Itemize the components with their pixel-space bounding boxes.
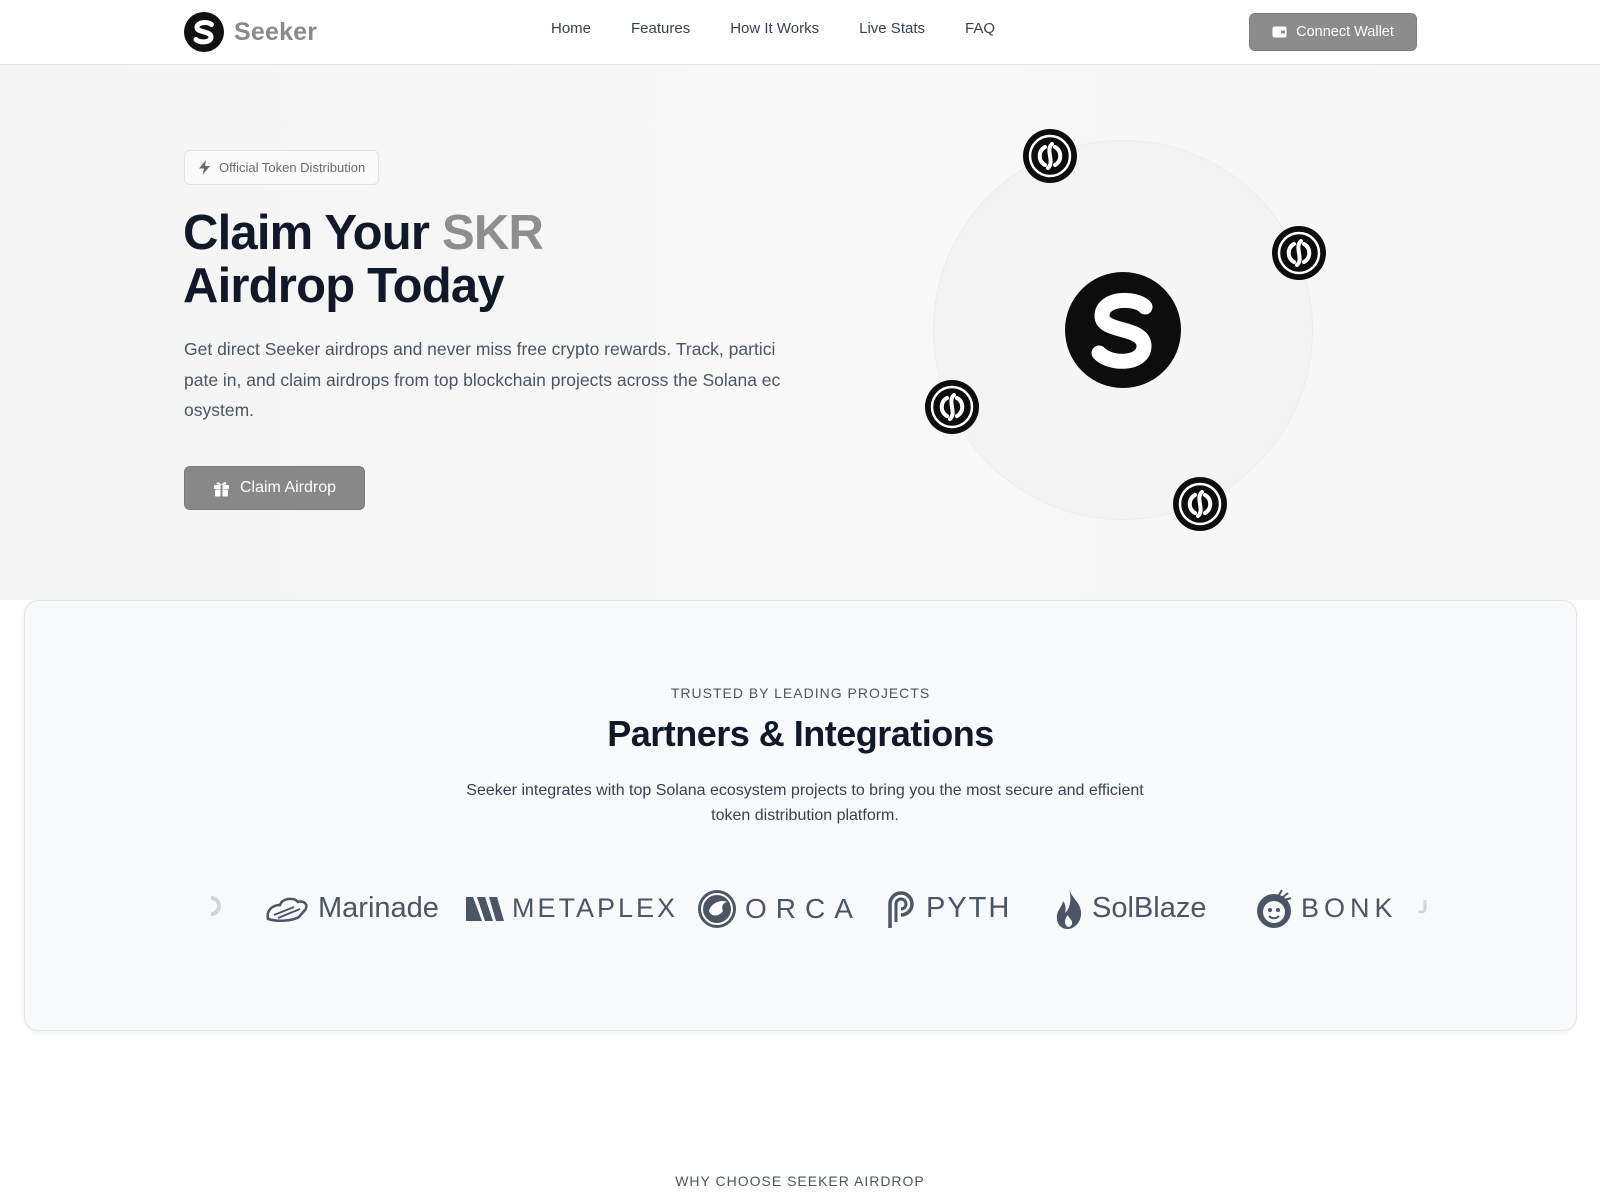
partner-logo-pyth: PYTH [884,886,1011,931]
badge-label: Official Token Distribution [219,160,366,175]
nav-link-faq[interactable]: FAQ [965,20,995,37]
partner-logo-bonk: BONK [1255,886,1398,931]
orca-label: ORCA [745,892,862,924]
top-navbar: Seeker Home Features How It Works Live S… [0,0,1600,65]
hero-description: Get direct Seeker airdrops and never mis… [184,339,781,420]
wallet-icon [1272,26,1287,38]
solblaze-label: SolBlaze [1092,892,1207,924]
partner-logo-solblaze: SolBlaze [1054,886,1206,931]
partner-logo-carousel: Marinade METAPLEX ORCA PYTH SolBlaze BON… [185,886,1445,931]
brand-name: Seeker [234,17,318,46]
nav-link-home[interactable]: Home [551,20,591,37]
partners-description: Seeker integrates with top Solana ecosys… [466,782,1144,824]
partners-eyebrow: TRUSTED BY LEADING PROJECTS [670,685,931,701]
brand[interactable]: Seeker [184,12,317,52]
bonk-logo-icon [1257,888,1292,928]
claim-airdrop-button[interactable]: Claim Airdrop [184,466,365,510]
gift-icon [213,481,229,496]
pyth-logo-icon [888,890,914,928]
seeker-logo-icon [184,12,224,52]
connect-wallet-label: Connect Wallet [1296,24,1394,40]
official-distribution-badge: Official Token Distribution [184,150,380,185]
partners-section: TRUSTED BY LEADING PROJECTS Partners & I… [24,600,1577,1031]
token-coin-icon [1173,477,1227,531]
metaplex-label: METAPLEX [512,893,679,923]
seeker-coin-icon [1065,272,1181,388]
partner-logo-orca: ORCA [697,886,862,931]
token-coin-icon [1023,129,1077,183]
orca-logo-icon [698,889,736,928]
partner-logo-metaplex: METAPLEX [466,886,678,931]
partners-title: Partners & Integrations [607,713,994,754]
hero-section: Official Token Distribution Claim Your S… [0,65,1600,600]
marinade-logo-icon [266,897,308,922]
partner-logo-marinade: Marinade [264,886,439,931]
bonk-label: BONK [1301,893,1398,923]
token-coin-icon [925,380,979,434]
marinade-label: Marinade [318,892,439,924]
hero-title-part1: Claim Your [183,206,442,260]
nav-link-features[interactable]: Features [631,20,690,37]
pyth-label: PYTH [926,892,1012,924]
partial-logo-icon [210,896,221,916]
connect-wallet-button[interactable]: Connect Wallet [1249,13,1417,51]
nav-link-how-it-works[interactable]: How It Works [730,20,819,37]
nav-links: Home Features How It Works Live Stats FA… [551,20,995,37]
metaplex-logo-icon [466,896,504,921]
hero-title-accent: SKR [441,206,544,260]
claim-airdrop-label: Claim Airdrop [239,479,337,496]
hero-title-part2: Airdrop Today [183,259,505,313]
token-coin-icon [1272,226,1326,280]
hero-title: Claim Your SKR Airdrop Today [183,207,823,313]
partial-logo-icon [1417,900,1427,914]
why-choose-eyebrow: WHY CHOOSE SEEKER AIRDROP [675,1173,925,1189]
nav-link-live-stats[interactable]: Live Stats [859,20,925,37]
solblaze-logo-icon [1056,888,1082,929]
lightning-icon [199,160,210,175]
